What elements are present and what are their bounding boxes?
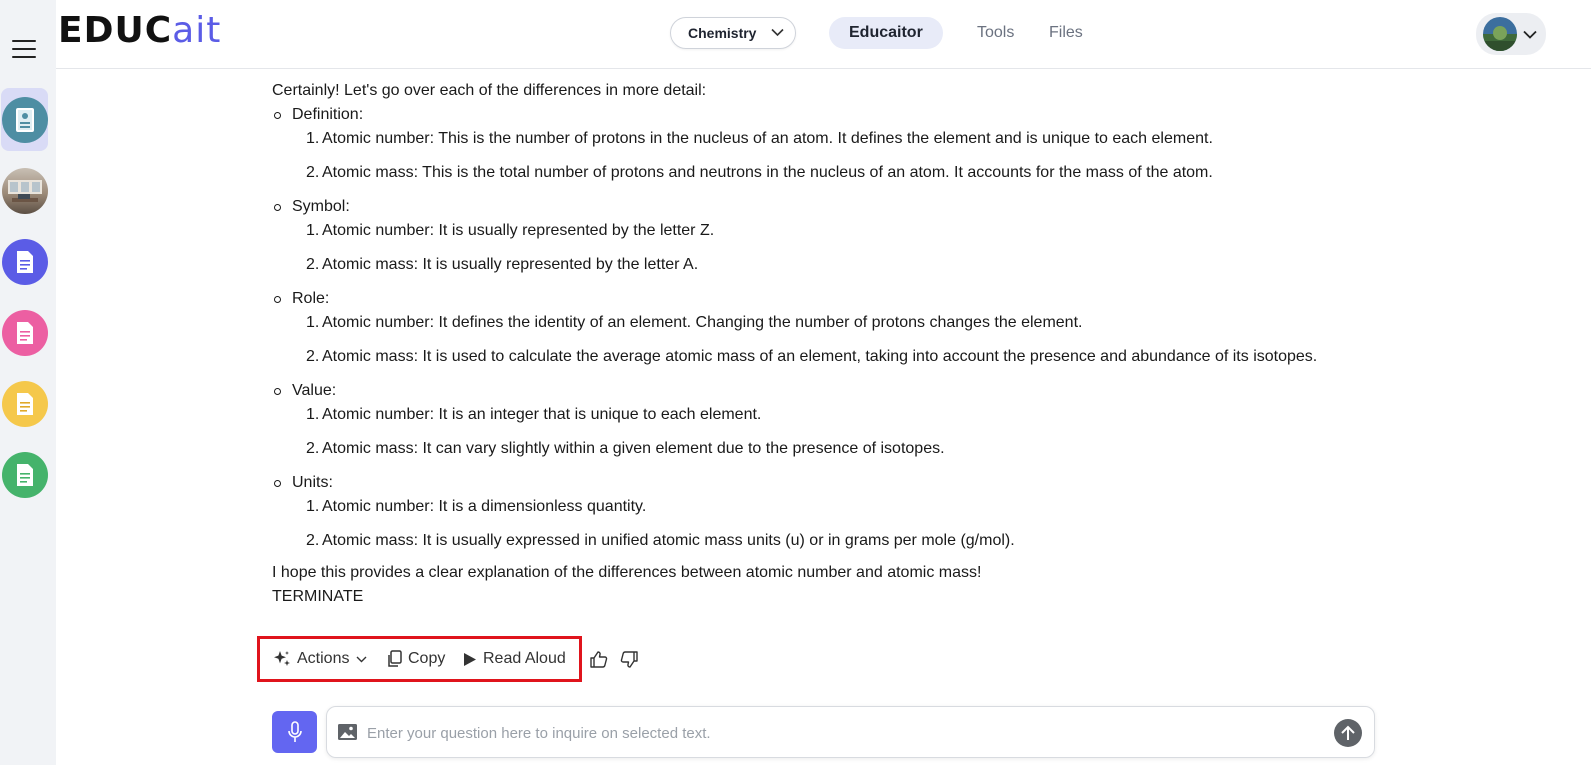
classroom-photo — [1, 167, 48, 214]
chevron-down-icon — [771, 28, 784, 37]
read-aloud-button[interactable]: Read Aloud — [463, 648, 566, 670]
send-button[interactable] — [1334, 719, 1362, 747]
sidebar-item-5[interactable] — [1, 372, 48, 435]
section-title: Symbol: — [292, 198, 350, 215]
section-role: Role: 1. Atomic number: It defines the id… — [272, 287, 1354, 369]
assistant-message: Certainly! Let's go over each of the dif… — [272, 79, 1354, 609]
section-title: Definition: — [292, 106, 364, 123]
app-logo[interactable]: EDUCait — [58, 10, 221, 51]
left-rail — [0, 0, 56, 765]
subject-select[interactable]: Chemistry — [670, 17, 796, 49]
subject-label: Chemistry — [688, 25, 757, 41]
actions-button[interactable]: Actions — [273, 648, 367, 670]
avatar — [1483, 17, 1517, 51]
chevron-down-icon — [1523, 30, 1537, 39]
thumbs-up-icon — [590, 650, 608, 668]
list-item: 2. Atomic mass: It is usually expressed i… — [306, 532, 1015, 549]
document-icon — [1, 451, 48, 498]
section-symbol: Symbol: 1. Atomic number: It is usually r… — [272, 195, 1354, 277]
list-item: 1. Atomic number: It is a dimensionless q… — [306, 498, 647, 515]
tab-files[interactable]: Files — [1049, 17, 1083, 49]
section-title: Value: — [292, 382, 337, 399]
tab-tools[interactable]: Tools — [977, 17, 1014, 49]
thumbs-up-button[interactable] — [589, 648, 614, 670]
copy-icon — [388, 650, 402, 667]
list-item: 1. Atomic number: It is an integer that i… — [306, 406, 762, 423]
list-item: 1. Atomic number: It is usually represent… — [306, 222, 715, 239]
sidebar-item-3[interactable] — [1, 230, 48, 293]
tab-educaitor[interactable]: Educaitor — [829, 17, 943, 49]
play-icon — [464, 652, 476, 666]
list-item: 2. Atomic mass: It can vary slightly with… — [306, 440, 945, 457]
list-item: 2. Atomic mass: It is usually represented… — [306, 256, 699, 273]
user-menu-button[interactable] — [1476, 13, 1546, 55]
sparkle-icon — [274, 651, 290, 666]
arrow-up-icon — [1341, 725, 1355, 740]
document-icon — [1, 309, 48, 356]
sidebar-item-4[interactable] — [1, 301, 48, 364]
copy-label: Copy — [408, 650, 446, 667]
list-item: 2. Atomic mass: It is used to calculate t… — [306, 348, 1318, 365]
question-input[interactable] — [367, 721, 1307, 745]
microphone-icon — [287, 721, 302, 742]
section-definition: Definition: 1. Atomic number: This is the… — [272, 103, 1354, 185]
list-item: 1. Atomic number: It defines the identity… — [306, 314, 1083, 331]
read-aloud-label: Read Aloud — [483, 650, 566, 667]
message-intro: Certainly! Let's go over each of the dif… — [272, 82, 707, 99]
section-title: Units: — [292, 474, 333, 491]
document-icon — [1, 238, 48, 285]
section-value: Value: 1. Atomic number: It is an integer… — [272, 379, 1354, 461]
sidebar-item-2[interactable] — [1, 159, 48, 222]
top-bar: EDUCait Chemistry Educaitor Tools Files — [56, 0, 1591, 69]
image-icon[interactable] — [337, 723, 358, 746]
list-item: 2. Atomic mass: This is the total number … — [306, 164, 1213, 181]
menu-icon[interactable] — [12, 40, 36, 58]
message-terminate: TERMINATE — [272, 588, 364, 605]
question-composer — [326, 706, 1375, 758]
microphone-button[interactable] — [272, 711, 317, 753]
thumbs-down-icon — [620, 650, 638, 668]
chevron-down-icon — [356, 656, 367, 662]
list-item: 1. Atomic number: This is the number of p… — [306, 130, 1213, 147]
document-icon — [1, 380, 48, 427]
message-closing: I hope this provides a clear explanation… — [272, 564, 982, 581]
thumbs-down-button[interactable] — [620, 648, 645, 670]
document-icon — [1, 96, 48, 143]
sidebar-item-6[interactable] — [1, 443, 48, 506]
sidebar-item-1[interactable] — [1, 88, 48, 151]
section-title: Role: — [292, 290, 330, 307]
section-units: Units: 1. Atomic number: It is a dimensio… — [272, 471, 1354, 553]
copy-button[interactable]: Copy — [387, 648, 445, 670]
actions-label: Actions — [297, 650, 350, 667]
